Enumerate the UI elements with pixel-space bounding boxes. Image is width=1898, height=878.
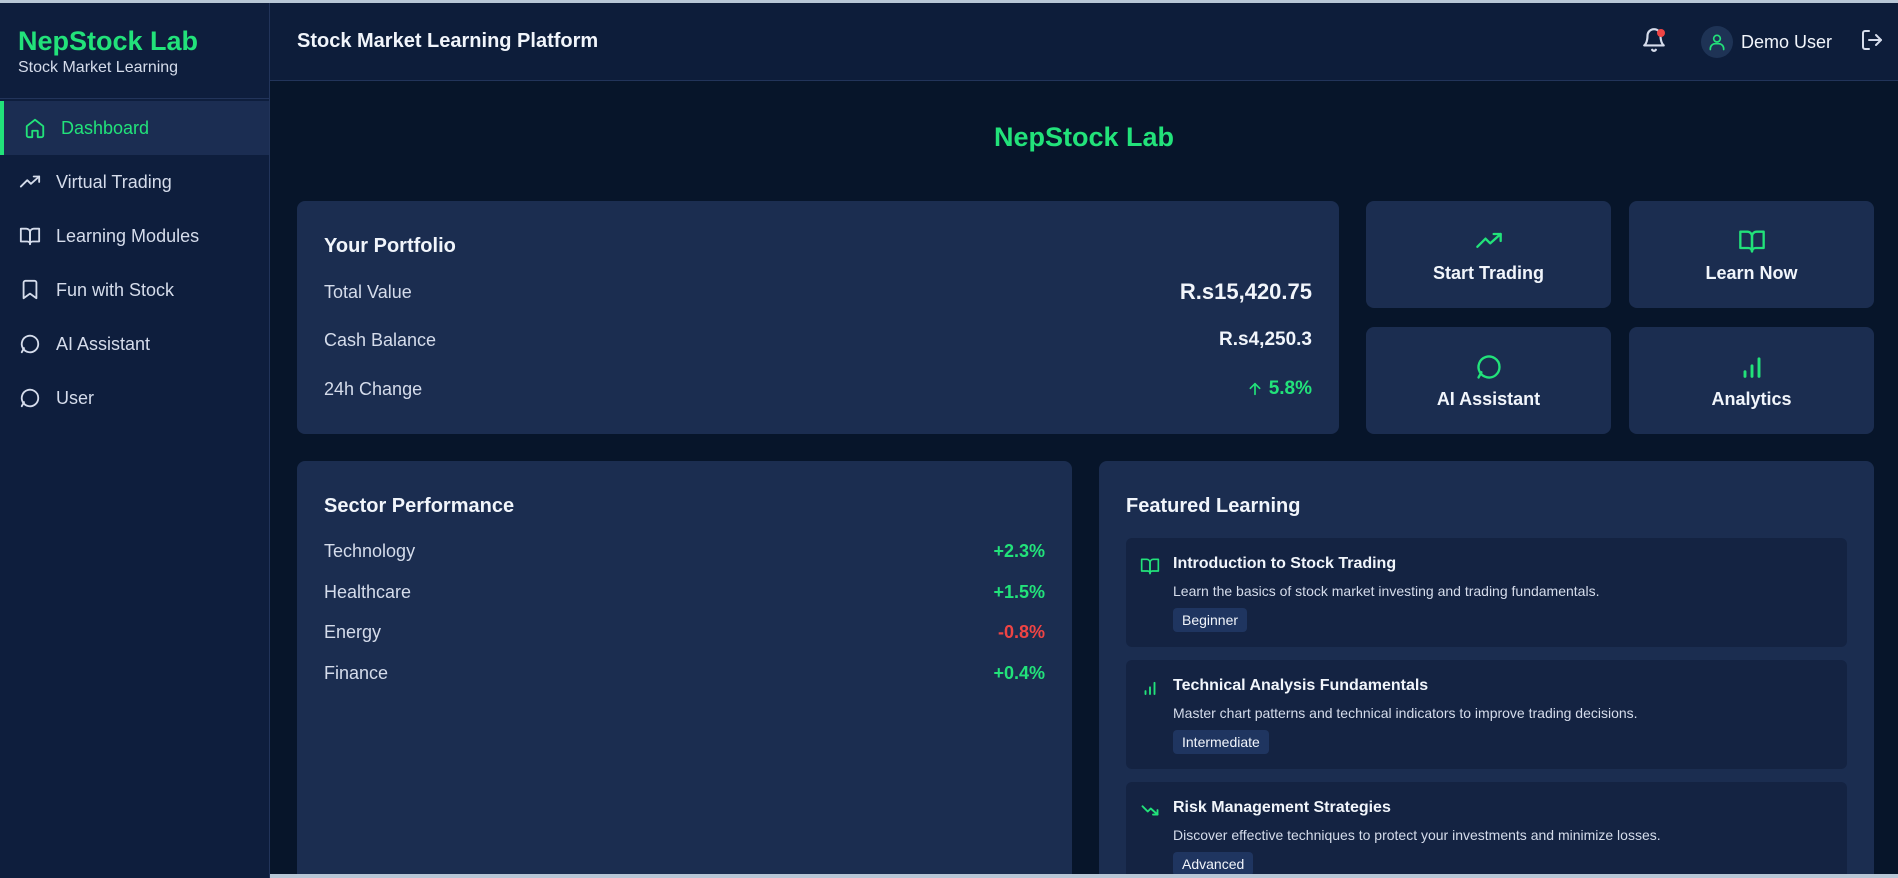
sector-row: Energy -0.8% — [324, 622, 1045, 643]
course-card[interactable]: Introduction to Stock Trading Learn the … — [1126, 538, 1847, 647]
sidebar-item-dashboard[interactable]: Dashboard — [0, 101, 269, 155]
course-card[interactable]: Risk Management Strategies Discover effe… — [1126, 782, 1847, 878]
trending-up-icon — [1475, 225, 1503, 257]
user-name: Demo User — [1740, 31, 1832, 52]
sector-row: Technology +2.3% — [324, 541, 1045, 562]
brand-title[interactable]: NepStock Lab — [18, 25, 251, 57]
page-title: NepStock Lab — [993, 122, 1175, 152]
chat-icon — [1475, 351, 1503, 383]
action-label: Analytics — [1711, 389, 1792, 409]
sidebar-item-virtual-trading[interactable]: Virtual Trading — [0, 155, 269, 209]
sector-name: Finance — [324, 663, 389, 683]
book-icon — [18, 224, 42, 248]
sector-performance-card: Sector Performance Technology +2.3% Heal… — [297, 461, 1072, 878]
trending-up-icon — [18, 170, 42, 194]
logout-button[interactable] — [1858, 28, 1886, 56]
brand: NepStock Lab Stock Market Learning — [0, 3, 269, 99]
book-icon — [1738, 225, 1766, 257]
sector-change: +1.5% — [993, 582, 1045, 602]
sector-name: Energy — [324, 622, 382, 642]
chat-icon — [18, 332, 42, 356]
sidebar-item-user[interactable]: User — [0, 371, 269, 425]
portfolio-row-24h-change: 24h Change 5.8% — [324, 378, 1312, 400]
home-icon — [23, 116, 47, 140]
featured-learning-card: Featured Learning Introduction to Stock … — [1099, 461, 1874, 878]
book-icon — [1140, 556, 1160, 576]
course-description: Master chart patterns and technical indi… — [1173, 705, 1638, 721]
portfolio-label: Cash Balance — [324, 329, 437, 350]
user-icon — [1700, 26, 1733, 58]
action-label: Learn Now — [1705, 263, 1798, 283]
level-badge: Advanced — [1173, 852, 1254, 876]
sector-row: Healthcare +1.5% — [324, 582, 1045, 603]
portfolio-label: 24h Change — [324, 378, 423, 399]
sector-name: Technology — [324, 541, 416, 561]
featured-title: Featured Learning — [1126, 495, 1301, 517]
portfolio-row-total-value: Total Value R.s15,420.75 — [324, 279, 1312, 305]
sidebar-item-label: Virtual Trading — [56, 171, 172, 192]
level-badge: Intermediate — [1173, 730, 1269, 754]
sidebar-item-label: Dashboard — [61, 117, 150, 138]
learn-now-button[interactable]: Learn Now — [1629, 201, 1874, 308]
sidebar-item-label: Fun with Stock — [56, 279, 175, 300]
portfolio-value: R.s4,250.3 — [1219, 329, 1312, 350]
sector-title: Sector Performance — [324, 495, 515, 517]
bar-chart-icon — [1140, 678, 1160, 698]
notification-badge — [1656, 29, 1665, 37]
course-description: Learn the basics of stock market investi… — [1173, 583, 1600, 599]
arrow-up-icon — [1247, 381, 1263, 397]
header-title: Stock Market Learning Platform — [297, 30, 599, 52]
level-badge: Beginner — [1173, 608, 1248, 632]
horizontal-scrollbar[interactable] — [270, 874, 1898, 878]
header-actions: Demo User — [1639, 3, 1898, 81]
sector-change: -0.8% — [997, 622, 1045, 642]
top-header: Stock Market Learning Platform Demo User — [270, 3, 1898, 81]
analytics-button[interactable]: Analytics — [1629, 327, 1874, 434]
action-label: Start Trading — [1432, 263, 1544, 283]
course-title: Risk Management Strategies — [1173, 799, 1391, 816]
course-description: Discover effective techniques to protect… — [1173, 827, 1661, 843]
sidebar-item-label: Learning Modules — [56, 225, 200, 246]
sector-change: +0.4% — [993, 663, 1045, 683]
change-value: 5.8% — [1268, 378, 1312, 399]
ai-assistant-button[interactable]: AI Assistant — [1366, 327, 1611, 434]
bar-chart-icon — [1738, 351, 1766, 383]
sidebar-item-label: AI Assistant — [56, 333, 151, 354]
portfolio-row-cash-balance: Cash Balance R.s4,250.3 — [324, 329, 1312, 351]
portfolio-value: R.s15,420.75 — [1179, 279, 1312, 304]
trending-down-icon — [1140, 800, 1160, 820]
sector-change: +2.3% — [993, 541, 1045, 561]
sidebar-item-fun-with-stock[interactable]: Fun with Stock — [0, 263, 269, 317]
sidebar-item-learning-modules[interactable]: Learning Modules — [0, 209, 269, 263]
portfolio-change: 5.8% — [1247, 378, 1312, 400]
course-card[interactable]: Technical Analysis Fundamentals Master c… — [1126, 660, 1847, 769]
course-title: Introduction to Stock Trading — [1173, 555, 1397, 572]
sidebar: NepStock Lab Stock Market Learning Dashb… — [0, 3, 270, 878]
sidebar-item-ai-assistant[interactable]: AI Assistant — [0, 317, 269, 371]
start-trading-button[interactable]: Start Trading — [1366, 201, 1611, 308]
portfolio-label: Total Value — [324, 281, 412, 302]
bookmark-icon — [18, 278, 42, 302]
sidebar-item-label: User — [56, 387, 95, 408]
portfolio-card: Your Portfolio Total Value R.s15,420.75 … — [297, 201, 1339, 434]
user-menu[interactable]: Demo User — [1700, 26, 1832, 58]
brand-subtitle: Stock Market Learning — [18, 59, 179, 76]
sidebar-nav: Dashboard Virtual Trading Learning Modul… — [0, 101, 269, 425]
notifications-button[interactable] — [1639, 27, 1669, 57]
course-title: Technical Analysis Fundamentals — [1173, 677, 1429, 694]
sector-row: Finance +0.4% — [324, 663, 1045, 684]
sector-name: Healthcare — [324, 582, 412, 602]
action-label: AI Assistant — [1436, 389, 1541, 409]
chat-icon — [18, 386, 42, 410]
portfolio-title: Your Portfolio — [324, 235, 456, 257]
logout-icon — [1860, 28, 1884, 57]
